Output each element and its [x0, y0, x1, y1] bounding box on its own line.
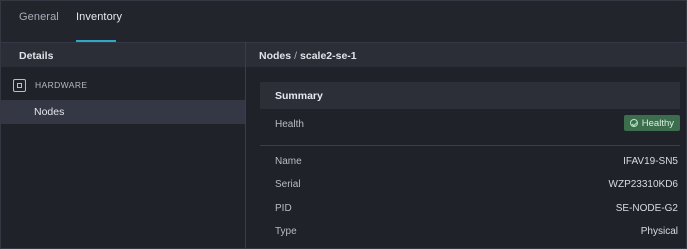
details-title: Details	[19, 50, 54, 62]
section-divider	[260, 145, 680, 146]
name-label: Name	[275, 156, 302, 167]
serial-label: Serial	[275, 179, 301, 190]
tab-bar: General Inventory	[1, 1, 686, 42]
status-badge: Healthy	[623, 115, 680, 131]
pid-value: SE-NODE-G2	[615, 203, 678, 214]
breadcrumb: Nodes / scale2-se-1	[259, 50, 357, 62]
inventory-window: General Inventory Details Nodes / scale2-s…	[0, 0, 687, 249]
hardware-section[interactable]: HARDWARE	[13, 77, 87, 93]
health-label: Health	[275, 119, 304, 130]
header-bar: Details Nodes / scale2-se-1	[1, 42, 686, 67]
summary-header: Summary	[260, 82, 680, 109]
breadcrumb-separator: /	[294, 50, 298, 62]
serial-value: WZP23310KD6	[608, 179, 678, 190]
tab-inventory[interactable]: Inventory	[76, 11, 122, 42]
check-circle-icon	[629, 119, 638, 127]
breadcrumb-current: scale2-se-1	[300, 50, 357, 62]
hardware-section-label: HARDWARE	[35, 80, 88, 90]
details-sidebar: HARDWARE Nodes	[1, 67, 245, 248]
sidebar-item-nodes[interactable]: Nodes	[1, 100, 245, 124]
health-value: Healthy	[641, 117, 674, 129]
type-label: Type	[275, 226, 297, 237]
pid-label: PID	[275, 203, 292, 214]
name-value: IFAV19-SN5	[623, 156, 678, 167]
summary-title: Summary	[275, 90, 323, 102]
breadcrumb-parent[interactable]: Nodes	[259, 50, 291, 62]
hardware-chip-icon	[13, 78, 26, 92]
node-details-panel: Summary Health Healthy Name IFAV19-SN5 S…	[246, 67, 686, 248]
tab-general[interactable]: General	[19, 11, 59, 42]
sidebar-item-label: Nodes	[34, 106, 65, 118]
type-value: Physical	[640, 226, 678, 237]
